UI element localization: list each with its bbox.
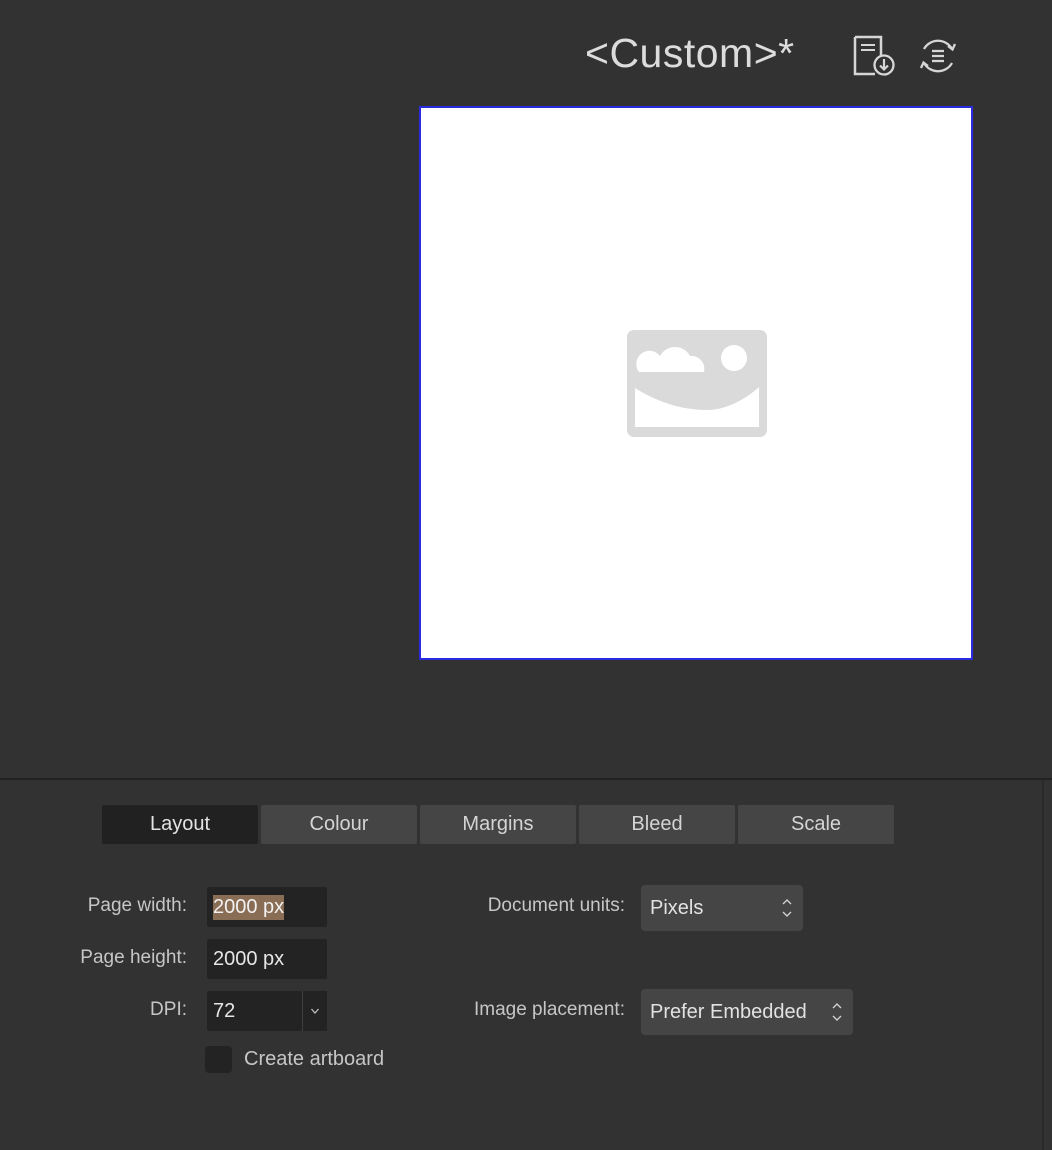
image-placement-label: Image placement: (473, 999, 625, 1020)
save-preset-icon[interactable] (851, 34, 897, 78)
tab-margins[interactable]: Margins (420, 805, 576, 844)
panel-divider (0, 778, 1052, 780)
settings-tabs: Layout Colour Margins Bleed Scale (102, 805, 897, 844)
image-placement-value: Prefer Embedded (650, 1000, 807, 1023)
preset-title: <Custom>* (585, 30, 795, 76)
tab-layout[interactable]: Layout (102, 805, 258, 844)
create-artboard-label[interactable]: Create artboard (244, 1048, 384, 1071)
document-preview (419, 106, 973, 660)
dpi-field[interactable]: 72 (207, 991, 302, 1031)
page-height-value: 2000 px (213, 947, 285, 970)
up-down-chevron-icon (832, 1003, 842, 1021)
document-units-select[interactable]: Pixels (641, 885, 803, 931)
dpi-value: 72 (213, 999, 236, 1022)
image-placement-select[interactable]: Prefer Embedded (641, 989, 853, 1035)
dpi-label: DPI: (150, 999, 187, 1020)
page-height-field[interactable]: 2000 px (207, 939, 327, 979)
document-units-label: Document units: (487, 895, 625, 916)
up-down-chevron-icon (782, 899, 792, 917)
create-artboard-checkbox[interactable] (205, 1046, 232, 1073)
page-width-value: 2000 px (213, 894, 285, 920)
document-units-value: Pixels (650, 896, 704, 919)
manage-presets-icon[interactable] (915, 34, 961, 78)
page-width-label: Page width: (87, 895, 187, 916)
tab-scale[interactable]: Scale (738, 805, 894, 844)
image-placeholder-icon (627, 330, 767, 437)
chevron-down-icon (311, 1008, 319, 1014)
scrollbar-edge (1042, 780, 1044, 1150)
page-width-field[interactable]: 2000 px (207, 887, 327, 927)
tab-bleed[interactable]: Bleed (579, 805, 735, 844)
page-height-label: Page height: (80, 947, 187, 968)
dpi-dropdown-button[interactable] (302, 991, 327, 1031)
tab-colour[interactable]: Colour (261, 805, 417, 844)
